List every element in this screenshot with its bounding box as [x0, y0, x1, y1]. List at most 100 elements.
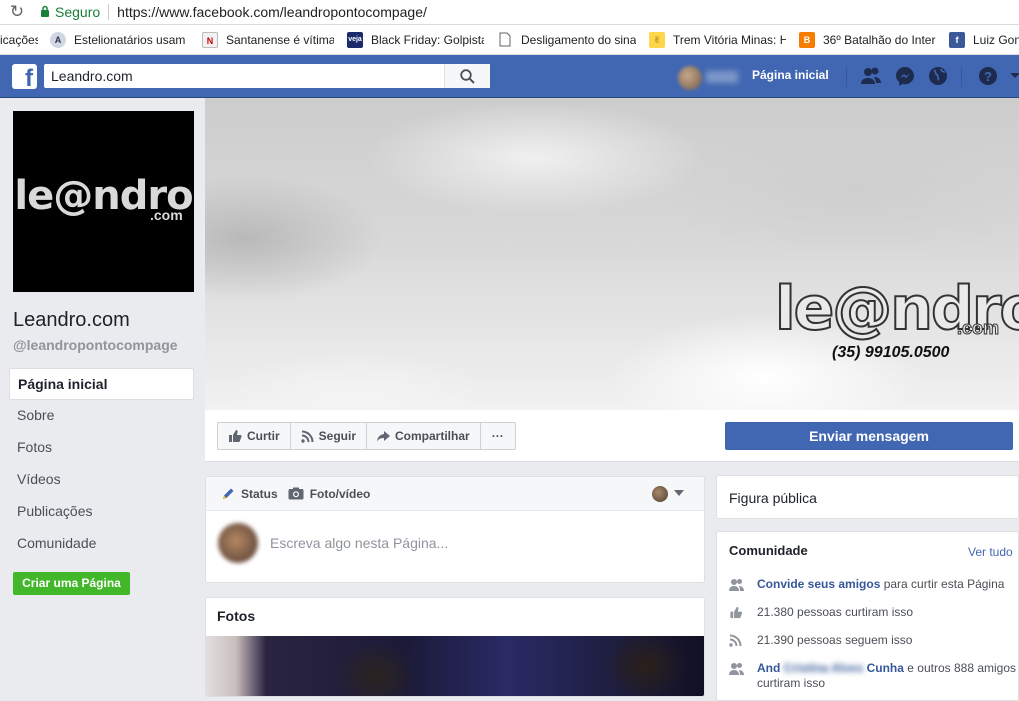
friend-name-blurred: Cristina Alves — [783, 661, 864, 675]
follows-count: 21.390 pessoas seguem isso — [757, 633, 913, 647]
home-link[interactable]: Página inicial — [752, 68, 829, 82]
share-arrow-icon — [377, 431, 391, 442]
divider — [846, 67, 847, 87]
hand-icon: ✌ — [649, 31, 665, 48]
lock-icon — [40, 5, 50, 20]
friend-name-part: And — [757, 661, 781, 675]
photos-panel: Fotos — [205, 597, 705, 697]
invite-text: Convide seus amigos para curtir esta Pág… — [757, 577, 1004, 595]
bookmark-item[interactable]: N Santanense é vítima d — [202, 31, 334, 48]
share-button[interactable]: Compartilhar — [367, 423, 481, 449]
follow-label: Seguir — [318, 429, 357, 443]
nav-item-community[interactable]: Comunidade — [9, 528, 194, 560]
account-menu-caret-icon[interactable] — [1009, 71, 1019, 81]
bookmark-label: Santanense é vítima d — [226, 32, 334, 47]
profile-logo-sub: .com — [150, 207, 183, 223]
nav-item-videos[interactable]: Vídeos — [9, 464, 194, 496]
nav-item-posts[interactable]: Publicações — [9, 496, 194, 528]
friend-requests-icon[interactable] — [860, 65, 882, 87]
document-icon — [497, 32, 513, 48]
user-name-blurred[interactable] — [706, 71, 738, 83]
url-input[interactable]: https://www.facebook.com/leandropontocom… — [117, 4, 427, 20]
invite-friends-link[interactable]: Convide seus amigos — [757, 577, 880, 591]
friends-liked-text: And Cristina Alves Cunha e outros 888 am… — [757, 661, 1019, 691]
secure-label: Seguro — [55, 4, 101, 20]
thumbs-up-icon — [729, 605, 745, 623]
news-icon: N — [202, 31, 218, 48]
facebook-logo-icon[interactable]: f — [12, 64, 37, 89]
rss-icon — [300, 430, 314, 443]
more-options-button[interactable]: ··· — [481, 423, 515, 449]
friend-name-link[interactable]: And Cristina Alves Cunha — [757, 661, 904, 675]
search-button[interactable] — [444, 64, 490, 88]
bookmark-label: Trem Vitória Minas: H — [673, 32, 786, 47]
address-bar: ↻ Seguro https://www.facebook.com/leandr… — [0, 0, 1019, 25]
photos-title[interactable]: Fotos — [217, 608, 255, 624]
messenger-icon[interactable] — [894, 65, 916, 87]
chevron-down-icon[interactable] — [674, 490, 684, 496]
tab-photo-label: Foto/vídeo — [309, 486, 371, 501]
facebook-top-bar: f Página inicial ? — [0, 55, 1019, 98]
page-category[interactable]: Figura pública — [729, 490, 817, 506]
bookmark-item[interactable]: ✌ Trem Vitória Minas: H — [649, 31, 786, 48]
composer-tabs: Status Foto/vídeo — [206, 477, 704, 511]
composer-input[interactable]: Escreva algo nesta Página... — [270, 535, 448, 551]
search-box — [44, 64, 490, 88]
reload-icon[interactable]: ↻ — [0, 2, 34, 22]
cover-logo-sub: .com — [956, 318, 1000, 339]
page-username[interactable]: @leandropontocompage — [13, 337, 178, 353]
cover-phone: (35) 99105.0500 — [832, 344, 950, 361]
bookmark-item[interactable]: Desligamento do sina — [497, 32, 636, 48]
list-item: 21.390 pessoas seguem isso — [729, 633, 1019, 651]
nav-item-photos[interactable]: Fotos — [9, 432, 194, 464]
follow-button[interactable]: Seguir — [291, 423, 368, 449]
pencil-icon — [223, 488, 234, 499]
facebook-icon: f — [949, 31, 965, 48]
invite-text-rest: para curtir esta Página — [880, 577, 1005, 591]
community-card: Comunidade Ver tudo Convide seus amigos … — [716, 531, 1019, 701]
tab-status[interactable]: Status — [221, 487, 278, 501]
nav-item-home[interactable]: Página inicial — [9, 368, 194, 400]
bookmark-label: Luiz Gon — [973, 32, 1019, 47]
like-button[interactable]: Curtir — [218, 423, 291, 449]
page-profile-picture[interactable]: le@ndro .com — [13, 111, 194, 292]
send-message-button[interactable]: Enviar mensagem — [725, 422, 1013, 450]
bookmark-label: Estelionatários usam — [74, 32, 186, 47]
bookmark-item[interactable]: B 36º Batalhão do Inter — [799, 31, 936, 48]
divider — [961, 67, 962, 87]
post-composer: Status Foto/vídeo Escreva algo nesta Pág… — [205, 476, 705, 583]
veja-icon: veja — [347, 31, 363, 48]
bookmark-label: 36º Batalhão do Inter — [823, 32, 936, 47]
user-avatar[interactable] — [678, 66, 702, 90]
likes-count: 21.380 pessoas curtiram isso — [757, 605, 914, 619]
thumbs-up-icon — [229, 430, 242, 442]
page-nav: Página inicial Sobre Fotos Vídeos Public… — [9, 368, 194, 560]
blogger-icon: B — [799, 31, 815, 48]
globe-notifications-icon[interactable] — [927, 65, 949, 87]
divider — [108, 4, 110, 20]
create-page-button[interactable]: Criar uma Página — [13, 572, 130, 595]
bookmark-item[interactable]: A Estelionatários usam — [50, 31, 189, 48]
list-item: Convide seus amigos para curtir esta Pág… — [729, 577, 1019, 595]
search-input[interactable] — [44, 64, 444, 88]
tab-status-label: Status — [241, 486, 278, 501]
bookmarks-bar: icações A Estelionatários usam N Santane… — [0, 25, 1019, 55]
bookmark-item[interactable]: veja Black Friday: Golpista — [347, 31, 484, 48]
community-title: Comunidade — [729, 543, 808, 558]
people-icon — [729, 661, 745, 691]
site-logo-icon: A — [50, 31, 66, 48]
tab-photo-video[interactable]: Foto/vídeo — [288, 486, 371, 501]
nav-item-about[interactable]: Sobre — [9, 400, 194, 432]
post-as-avatar[interactable] — [652, 486, 668, 502]
help-icon[interactable]: ? — [977, 65, 999, 87]
photo-thumbnail[interactable] — [206, 636, 704, 696]
bookmark-item[interactable]: icações — [0, 33, 38, 47]
page-action-bar: Curtir Seguir Compartilhar ··· Enviar me… — [205, 410, 1019, 462]
bookmark-label: Black Friday: Golpista — [371, 32, 484, 47]
page-title[interactable]: Leandro.com — [13, 309, 130, 332]
cover-photo[interactable]: le@ndro .com (35) 99105.0500 — [205, 98, 1019, 410]
svg-text:?: ? — [984, 69, 992, 84]
like-label: Curtir — [247, 429, 280, 443]
see-all-link[interactable]: Ver tudo — [968, 545, 1013, 559]
bookmark-item[interactable]: f Luiz Gon — [949, 31, 1019, 48]
